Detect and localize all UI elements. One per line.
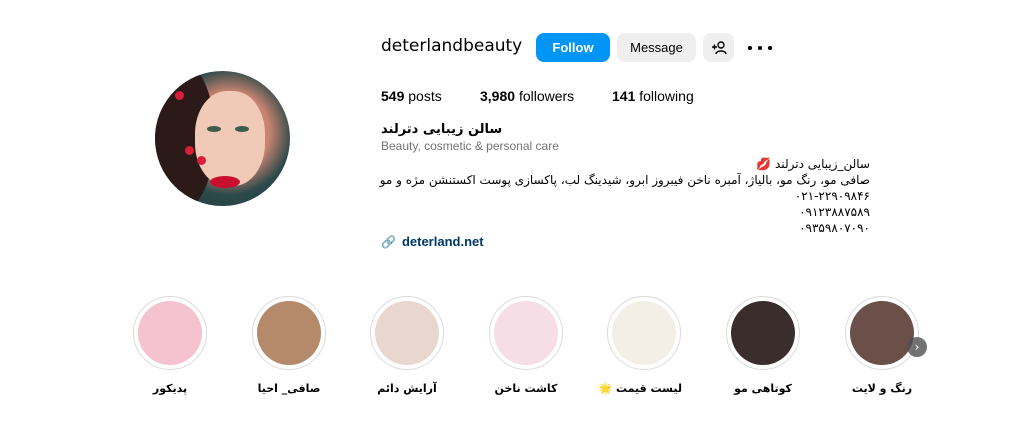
highlight-cover: [375, 301, 439, 365]
highlight-label: آرایش دائم: [377, 382, 437, 395]
highlight-item[interactable]: پدیکور: [132, 296, 208, 395]
bio-line: صافی مو، رنگ مو، بالیاژ، آمبره ناخن فیبر…: [379, 173, 870, 187]
bio-line: سالن_زیبایی دترلند 💋: [756, 157, 870, 171]
posts-stat: 549 posts: [381, 88, 442, 104]
highlight-item[interactable]: کاشت ناخن: [488, 296, 564, 395]
highlight-cover: [731, 301, 795, 365]
username: deterlandbeauty: [381, 36, 523, 56]
full-name: سالن زیبایی دترلند: [381, 122, 503, 137]
bio-line: ۰۹۱۲۳۸۸۷۵۸۹: [799, 205, 870, 219]
highlight-cover: [257, 301, 321, 365]
add-user-icon: [711, 40, 727, 54]
profile-avatar[interactable]: [155, 71, 290, 206]
highlight-item[interactable]: کوتاهی مو: [725, 296, 801, 395]
dot: [768, 46, 772, 50]
chevron-right-icon: ›: [914, 340, 920, 354]
highlight-cover: [850, 301, 914, 365]
link-url[interactable]: deterland.net: [402, 234, 484, 249]
highlight-label: لیست قیمت 🌟: [598, 382, 682, 395]
message-button[interactable]: Message: [617, 33, 696, 62]
follow-button[interactable]: Follow: [536, 33, 610, 62]
highlight-label: کوتاهی مو: [734, 382, 792, 395]
following-stat[interactable]: 141 following: [612, 88, 694, 104]
highlight-cover: [494, 301, 558, 365]
bio: سالن_زیبایی دترلند 💋 صافی مو، رنگ مو، با…: [350, 156, 870, 236]
highlight-label: رنگ و لایت: [851, 382, 913, 395]
followers-stat[interactable]: 3,980 followers: [480, 88, 574, 104]
highlight-cover: [138, 301, 202, 365]
category-label: Beauty, cosmetic & personal care: [381, 139, 559, 153]
highlight-label: پدیکور: [152, 382, 188, 395]
highlight-item[interactable]: لیست قیمت 🌟: [598, 296, 682, 395]
dot: [758, 46, 762, 50]
dot: [748, 46, 752, 50]
link-icon: 🔗: [381, 234, 396, 249]
highlight-label: صافی_ احیا: [257, 382, 321, 395]
bio-line: ۰۲۱-۲۲۹۰۹۸۴۶: [794, 189, 870, 203]
next-highlights-button[interactable]: ›: [907, 337, 927, 357]
more-options-button[interactable]: [748, 38, 772, 58]
highlight-cover: [612, 301, 676, 365]
external-link[interactable]: 🔗 deterland.net: [381, 234, 484, 249]
highlight-item[interactable]: آرایش دائم: [369, 296, 445, 395]
suggest-user-button[interactable]: [703, 33, 734, 62]
highlight-label: کاشت ناخن: [494, 382, 558, 395]
highlight-item[interactable]: صافی_ احیا: [251, 296, 327, 395]
